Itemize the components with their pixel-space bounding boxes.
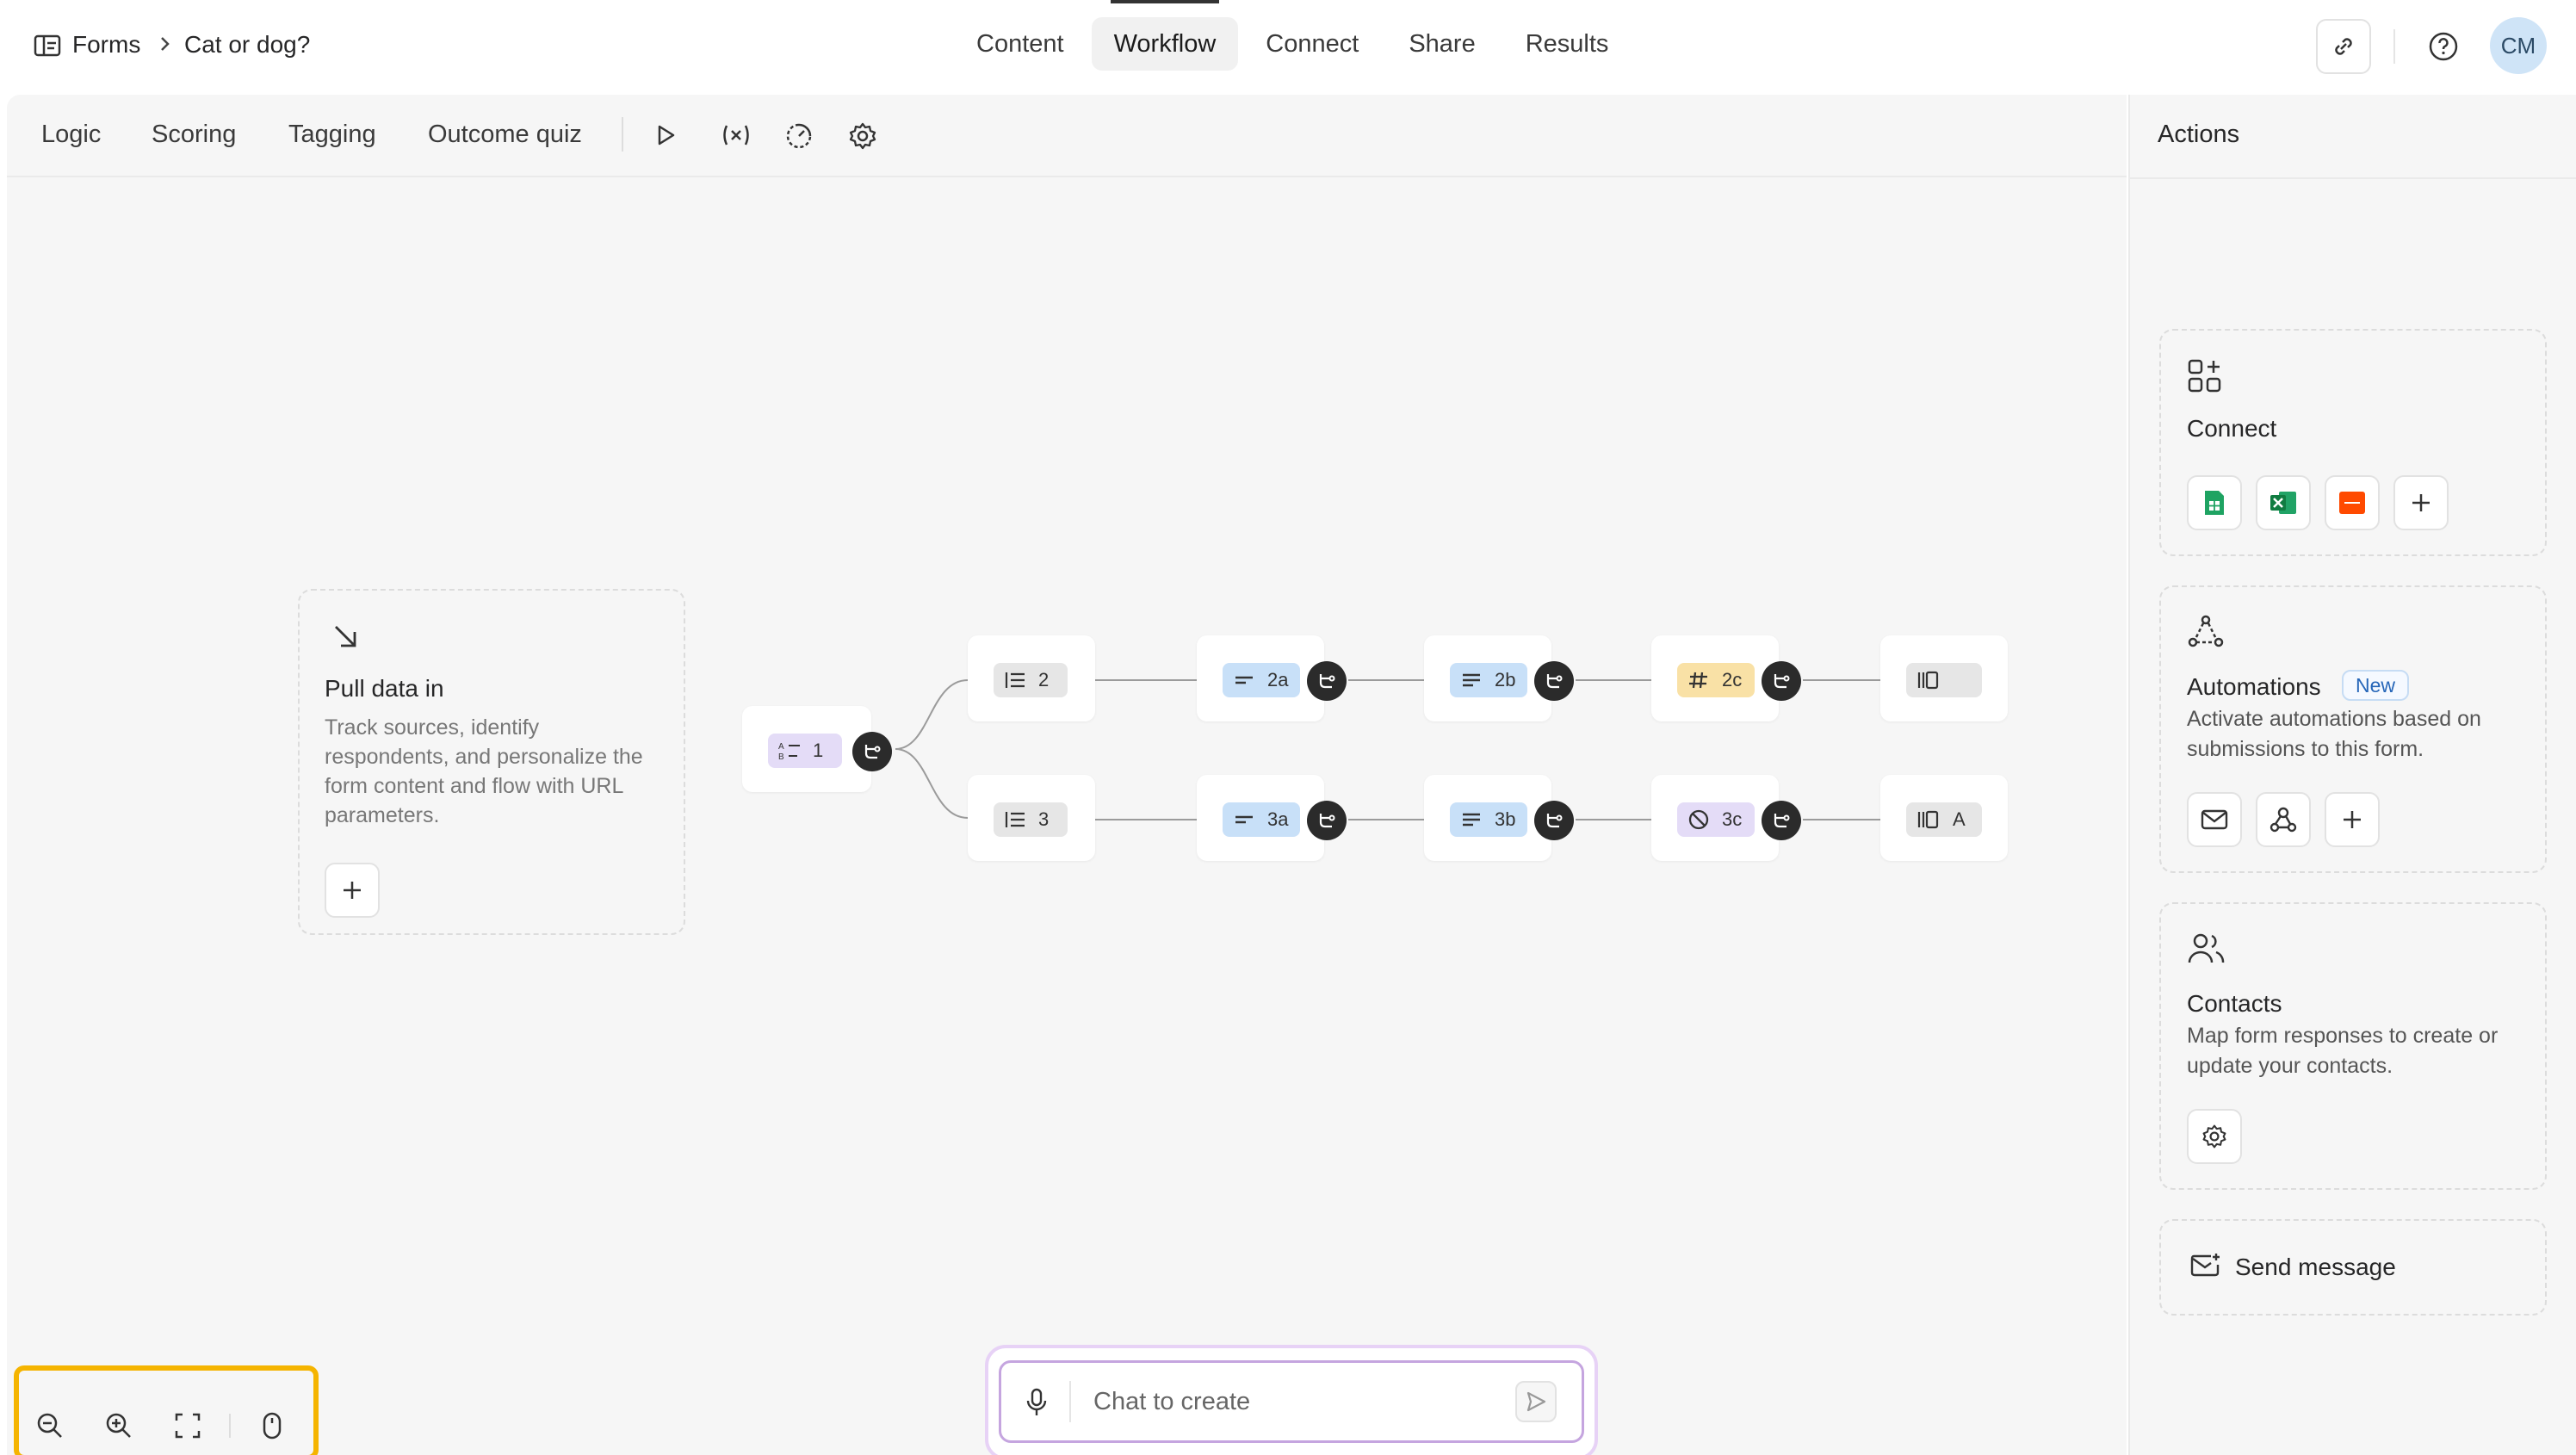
avatar[interactable]: CM xyxy=(2490,17,2547,74)
branch-icon[interactable] xyxy=(1534,801,1574,840)
microphone-icon[interactable] xyxy=(1021,1386,1052,1419)
multiple-choice-icon: AB xyxy=(778,742,800,761)
flow-node-2[interactable]: 2 xyxy=(968,635,1095,721)
list-icon xyxy=(1005,812,1025,827)
zoom-in-icon[interactable] xyxy=(102,1409,136,1443)
link-icon xyxy=(2335,38,2352,55)
send-icon xyxy=(1526,1391,1546,1412)
not-available-chip: 3c xyxy=(1677,802,1755,837)
zapier-button[interactable] xyxy=(2325,475,2380,530)
node-label: 1 xyxy=(813,740,824,761)
list-chip: 2 xyxy=(994,663,1068,697)
flow-node-3c[interactable]: 3c xyxy=(1651,775,1779,861)
zapier-icon xyxy=(2339,492,2365,514)
svg-text:B: B xyxy=(778,752,784,761)
node-label: 2 xyxy=(1038,669,1050,690)
new-badge: New xyxy=(2342,670,2410,701)
copy-link-button[interactable] xyxy=(2316,19,2371,74)
branch-icon[interactable] xyxy=(1762,801,1801,840)
number-hash-icon xyxy=(1689,672,1707,689)
flow-node-3a[interactable]: 3a xyxy=(1197,775,1324,861)
chat-placeholder[interactable]: Chat to create xyxy=(1093,1388,1250,1416)
help-icon[interactable] xyxy=(2426,29,2461,64)
svg-text:A: A xyxy=(778,742,784,752)
webhook-button[interactable] xyxy=(2256,792,2311,847)
branch-icon[interactable] xyxy=(1762,661,1801,701)
contacts-settings-button[interactable] xyxy=(2187,1109,2242,1164)
divider xyxy=(1069,1381,1071,1422)
panel-title: Actions xyxy=(2158,121,2240,148)
excel-button[interactable] xyxy=(2256,475,2311,530)
excel-icon xyxy=(2270,492,2296,514)
ending-chip: A xyxy=(1906,802,1982,837)
node-label: A xyxy=(1953,808,1966,830)
automation-nodes-icon xyxy=(2187,613,2225,651)
ending-icon xyxy=(1917,671,1939,690)
long-text-icon xyxy=(1463,673,1480,687)
ending-icon xyxy=(1917,810,1939,829)
google-sheets-button[interactable] xyxy=(2187,475,2242,530)
add-automation-button[interactable] xyxy=(2325,792,2380,847)
contacts-icon xyxy=(2187,932,2226,966)
multiple-choice-chip: AB 1 xyxy=(768,734,842,768)
flow-node-3b[interactable]: 3b xyxy=(1424,775,1551,861)
short-text-icon xyxy=(1235,676,1253,684)
automations-description: Activate automations based on submission… xyxy=(2187,707,2481,761)
flow-node-ending[interactable] xyxy=(1880,635,2008,721)
list-icon xyxy=(1005,672,1025,688)
node-label: 3b xyxy=(1495,808,1516,830)
divider xyxy=(229,1414,231,1438)
short-text-icon xyxy=(1235,815,1253,824)
node-label: 3 xyxy=(1038,808,1050,830)
add-integration-button[interactable] xyxy=(2393,475,2449,530)
connect-title: Connect xyxy=(2187,415,2277,442)
mail-plus-icon xyxy=(2190,1252,2221,1278)
send-message-title: Send message xyxy=(2235,1254,2396,1280)
short-text-chip: 3a xyxy=(1223,802,1300,837)
mail-icon xyxy=(2201,809,2228,830)
long-text-chip: 2b xyxy=(1450,663,1527,697)
plus-icon xyxy=(2344,811,2361,828)
automations-title: Automations xyxy=(2187,673,2321,700)
ending-chip xyxy=(1906,663,1982,697)
flow-connectors xyxy=(895,679,1880,820)
not-available-icon xyxy=(1688,809,1709,830)
fit-to-screen-icon[interactable] xyxy=(170,1409,205,1443)
long-text-chip: 3b xyxy=(1450,802,1527,837)
node-label: 3c xyxy=(1722,808,1743,830)
branch-icon[interactable] xyxy=(852,732,892,771)
list-chip: 3 xyxy=(994,802,1068,837)
apps-grid-icon xyxy=(2187,358,2223,394)
email-automation-button[interactable] xyxy=(2187,792,2242,847)
contacts-description: Map form responses to create or update y… xyxy=(2187,1024,2499,1078)
flow-node-2b[interactable]: 2b xyxy=(1424,635,1551,721)
node-label: 2b xyxy=(1495,669,1516,690)
chat-input[interactable] xyxy=(999,1360,1584,1443)
gear-icon xyxy=(2202,1124,2226,1149)
node-label: 2c xyxy=(1722,669,1743,690)
send-button[interactable] xyxy=(1515,1381,1557,1422)
flow-node-2c[interactable]: 2c xyxy=(1651,635,1779,721)
flow-node-ending-a[interactable]: A xyxy=(1880,775,2008,861)
number-chip: 2c xyxy=(1677,663,1755,697)
node-label: 2a xyxy=(1267,669,1289,690)
plus-icon xyxy=(2412,494,2430,511)
flow-node-3[interactable]: 3 xyxy=(968,775,1095,861)
branch-icon[interactable] xyxy=(1307,661,1347,701)
google-sheets-icon xyxy=(2205,491,2224,515)
zoom-out-icon[interactable] xyxy=(33,1409,67,1443)
divider xyxy=(2393,29,2395,64)
long-text-icon xyxy=(1463,813,1480,827)
branch-icon[interactable] xyxy=(1534,661,1574,701)
divider xyxy=(2128,177,2576,179)
webhook-icon xyxy=(2269,807,2297,833)
mouse-mode-icon[interactable] xyxy=(255,1409,289,1443)
flow-node-2a[interactable]: 2a xyxy=(1197,635,1324,721)
branch-icon[interactable] xyxy=(1307,801,1347,840)
short-text-chip: 2a xyxy=(1223,663,1300,697)
node-label: 3a xyxy=(1267,808,1289,830)
contacts-title: Contacts xyxy=(2187,990,2282,1017)
